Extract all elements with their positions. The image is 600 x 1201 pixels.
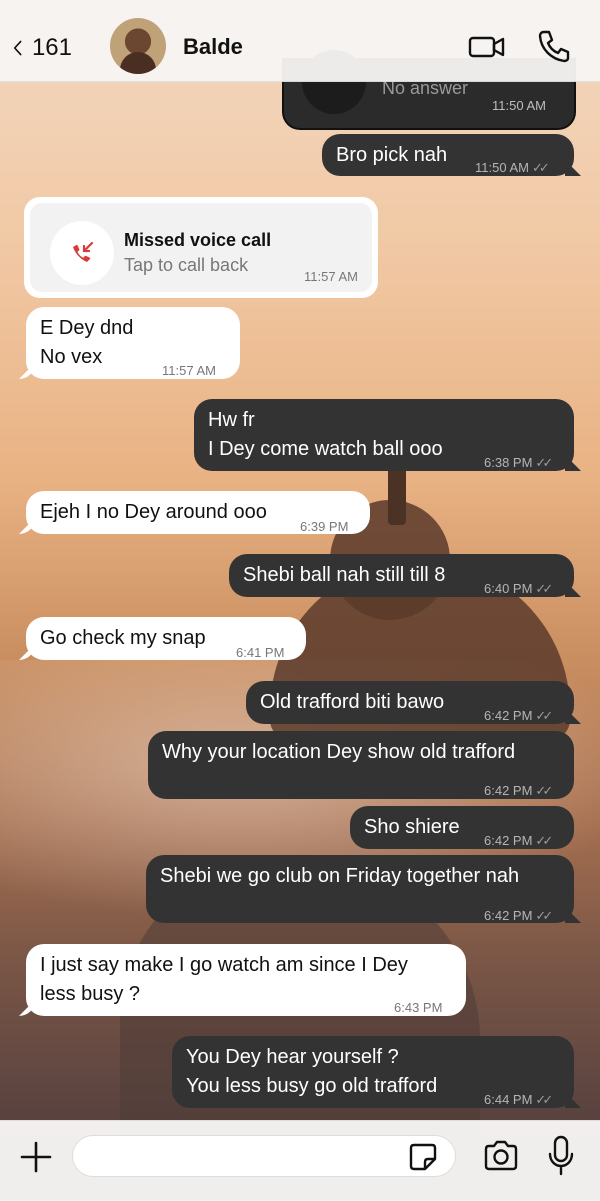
message-line: E Dey dnd — [40, 317, 134, 339]
message-input[interactable] — [72, 1135, 456, 1177]
read-ticks-icon: ✓✓ — [535, 455, 553, 470]
message-bubble-outgoing[interactable]: Bro pick nah 11:50 AM ✓✓ — [322, 134, 581, 176]
message-bubble-outgoing[interactable]: Old trafford biti bawo 6:42 PM ✓✓ — [246, 681, 581, 724]
missed-call-icon — [50, 221, 114, 285]
message-time: 6:39 PM — [300, 519, 349, 534]
message-time: 11:57 AM — [162, 363, 216, 378]
call-time: 11:50 AM — [492, 98, 546, 113]
message-bubble-incoming[interactable]: E Dey dnd No vex 11:57 AM — [19, 307, 240, 379]
message-text: Ejeh I no Dey around ooo — [40, 501, 267, 523]
message-text: Why your location Dey show old trafford — [162, 741, 516, 763]
read-ticks-icon: ✓✓ — [531, 160, 550, 175]
message-bubble-incoming[interactable]: Ejeh I no Dey around ooo 6:39 PM — [19, 491, 370, 534]
microphone-icon[interactable] — [548, 1135, 574, 1177]
missed-call-subtitle: Tap to call back — [124, 255, 249, 275]
message-bubble-outgoing[interactable]: Hw fr I Dey come watch ball ooo 6:38 PM ✓… — [194, 399, 581, 471]
message-time: 6:41 PM — [236, 645, 285, 660]
message-time: 6:42 PM — [484, 708, 533, 723]
camera-icon[interactable] — [482, 1139, 520, 1173]
message-time: 6:42 PM — [484, 783, 533, 798]
message-composer — [0, 1120, 600, 1201]
message-time: 6:42 PM — [484, 908, 533, 923]
chevron-left-icon — [13, 40, 22, 56]
avatar[interactable] — [110, 18, 166, 74]
message-line: Hw fr — [208, 409, 255, 431]
message-bubble-incoming[interactable]: Go check my snap 6:41 PM — [19, 617, 306, 660]
missed-call-card: Missed voice call Tap to call back 11:57… — [24, 197, 378, 298]
message-text: Old trafford biti bawo — [260, 691, 445, 713]
message-line: I just say make I go watch am since I De… — [40, 954, 408, 976]
sticker-icon[interactable] — [408, 1142, 438, 1172]
message-time: 11:50 AM — [475, 160, 529, 175]
phone-call-button[interactable] — [536, 28, 572, 64]
message-bubble-outgoing[interactable]: Why your location Dey show old trafford … — [148, 731, 574, 799]
contact-name[interactable]: Balde — [183, 34, 243, 60]
message-line: less busy ? — [40, 983, 141, 1005]
read-ticks-icon: ✓✓ — [535, 783, 553, 798]
read-ticks-icon: ✓✓ — [535, 581, 553, 596]
plus-icon[interactable] — [18, 1139, 54, 1175]
read-ticks-icon: ✓✓ — [535, 908, 553, 923]
message-bubble-outgoing[interactable]: You Dey hear yourself ? You less busy go… — [172, 1036, 581, 1108]
missed-call-time: 11:57 AM — [304, 269, 358, 284]
back-button[interactable]: 161 — [12, 28, 72, 68]
read-ticks-icon: ✓✓ — [535, 708, 553, 723]
read-ticks-icon: ✓✓ — [535, 1092, 553, 1107]
message-text: Sho shiere — [364, 816, 460, 838]
missed-call-title: Missed voice call — [124, 230, 272, 250]
message-time: 6:40 PM — [484, 581, 533, 596]
message-text: Bro pick nah — [336, 144, 448, 166]
message-bubble-outgoing[interactable]: Shebi ball nah still till 8 6:40 PM ✓✓ — [229, 554, 581, 597]
message-text: Shebi we go club on Friday together nah — [160, 865, 520, 887]
chat-header: 161 Balde — [0, 0, 600, 82]
message-bubble-outgoing[interactable]: Sho shiere 6:42 PM ✓✓ — [350, 806, 574, 849]
message-time: 6:38 PM — [484, 455, 533, 470]
unread-count: 161 — [31, 34, 72, 61]
message-text: Go check my snap — [40, 627, 206, 649]
message-time: 6:44 PM — [484, 1092, 533, 1107]
read-ticks-icon: ✓✓ — [535, 833, 553, 848]
message-bubble-incoming[interactable]: I just say make I go watch am since I De… — [19, 944, 466, 1016]
message-bubble-outgoing[interactable]: Shebi we go club on Friday together nah … — [146, 855, 581, 923]
message-line: You Dey hear yourself ? — [186, 1046, 399, 1068]
message-time: 6:43 PM — [394, 1000, 443, 1015]
video-call-button[interactable] — [468, 32, 506, 62]
message-text: Shebi ball nah still till 8 — [243, 564, 446, 586]
message-time: 6:42 PM — [484, 833, 533, 848]
